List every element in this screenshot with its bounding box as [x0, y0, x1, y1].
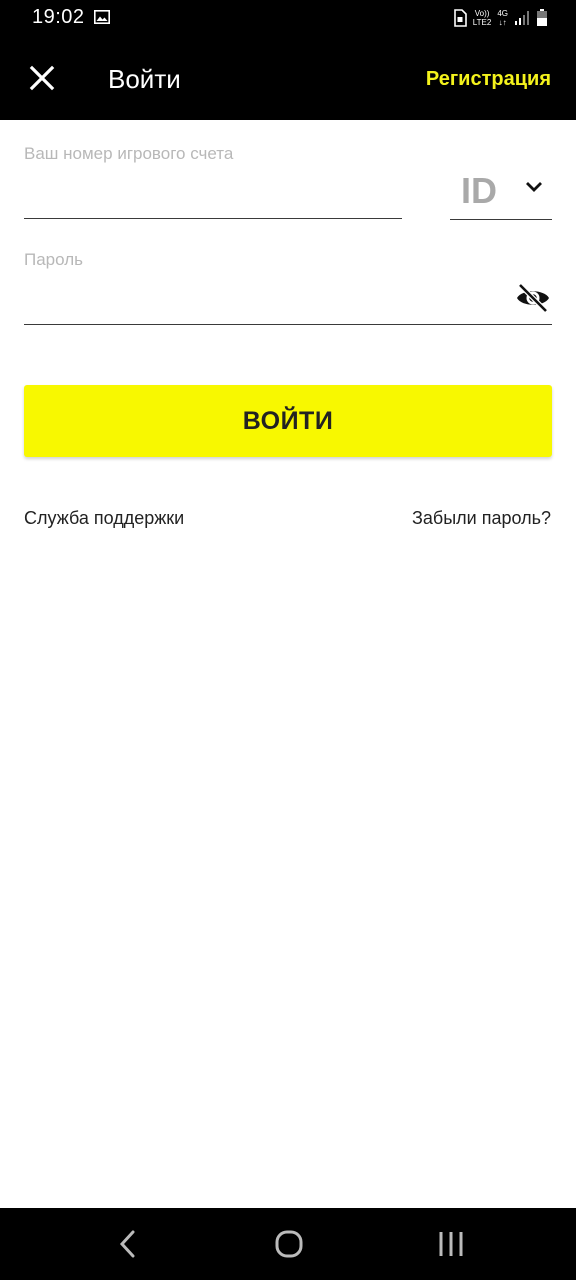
system-nav-bar — [0, 1208, 576, 1280]
sim-icon — [453, 9, 467, 27]
status-icons: Vo)) LTE2 4G ↓↑ — [453, 8, 548, 28]
close-icon[interactable] — [26, 62, 58, 94]
data-type-label: 4G — [497, 9, 508, 18]
data-arrows-icon: ↓↑ — [498, 18, 507, 27]
password-label: Пароль — [24, 250, 83, 269]
support-link[interactable]: Служба поддержки — [24, 508, 184, 529]
status-bar: 19:02 Vo)) LTE2 4G ↓↑ — [0, 0, 576, 36]
data-indicator: 4G ↓↑ — [497, 9, 508, 27]
id-type-value: ID — [461, 170, 497, 211]
id-type-select[interactable]: ID — [450, 168, 552, 220]
home-icon[interactable] — [269, 1226, 309, 1262]
login-button[interactable]: ВОЙТИ — [24, 385, 552, 457]
account-number-label: Ваш номер игрового счета — [24, 144, 234, 163]
lte-label: LTE2 — [472, 18, 492, 27]
password-input[interactable] — [24, 278, 552, 325]
back-icon[interactable] — [108, 1226, 148, 1262]
status-time: 19:02 — [32, 6, 85, 28]
signal-icon — [515, 11, 529, 25]
forgot-password-link[interactable]: Забыли пароль? — [412, 508, 551, 529]
gallery-notification-icon — [94, 10, 110, 24]
register-link[interactable]: Регистрация — [426, 66, 551, 92]
chevron-down-icon — [526, 182, 542, 192]
eye-off-icon[interactable] — [515, 282, 551, 314]
account-number-input[interactable] — [24, 172, 402, 219]
page-title: Войти — [108, 64, 181, 94]
battery-icon — [537, 9, 547, 26]
volte-label: Vo)) — [474, 9, 490, 18]
volte-indicator: Vo)) LTE2 — [473, 9, 492, 27]
app-bar: Войти Регистрация — [0, 36, 576, 120]
recents-icon[interactable] — [431, 1226, 471, 1262]
